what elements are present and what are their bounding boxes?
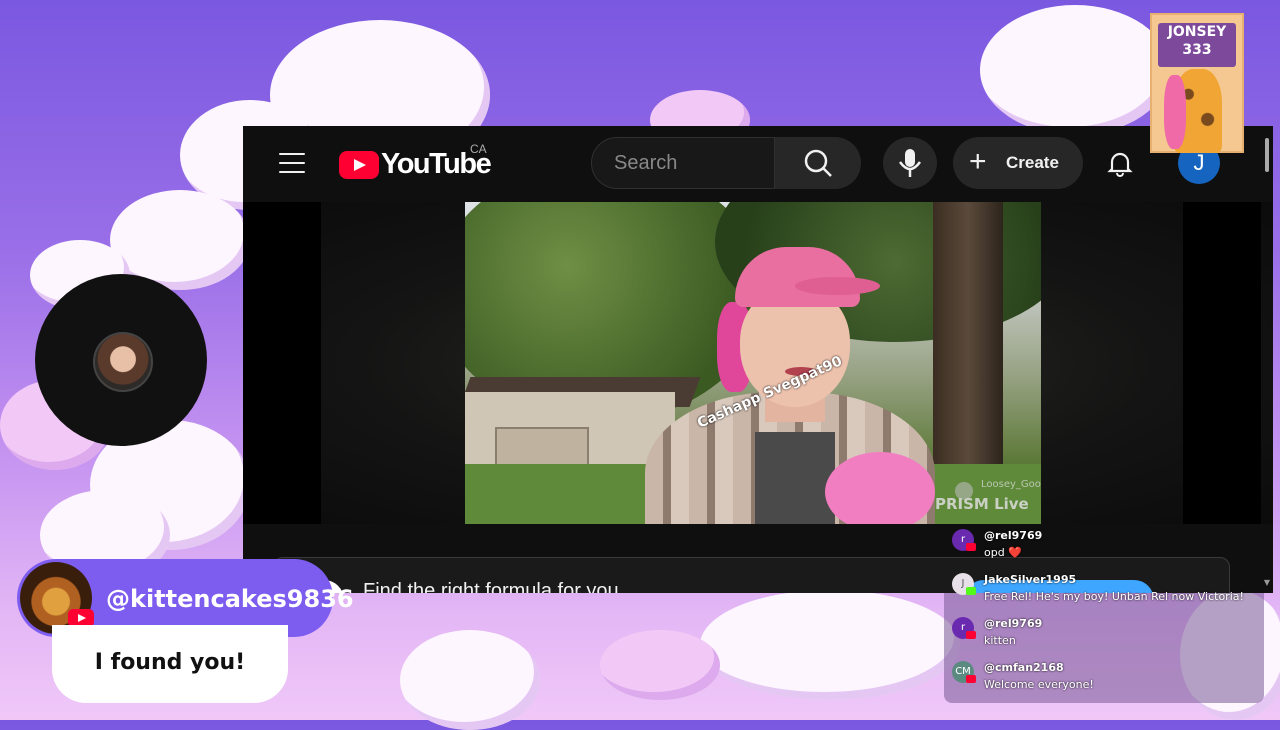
ad-text: Find the right formula for you [363,580,619,593]
chat-message: CM @cmfan2168 Welcome everyone! [952,653,1262,693]
chat-message: r @rel9769 kitten [952,609,1262,649]
country-code: CA [470,142,487,156]
scroll-down-arrow[interactable]: ▼ [1264,578,1270,587]
webcam-circle [35,274,207,446]
webcam-face [93,332,153,392]
notifications-bell-icon[interactable] [1105,148,1135,178]
chat-message: J JakeSilver1995 Free Rel! He's my boy! … [952,565,1262,605]
youtube-header: YouTube CA Search + Create J [243,126,1273,202]
youtube-play-icon [339,150,379,179]
voice-search-button[interactable] [883,137,937,189]
video-player[interactable]: Cashapp Svegpat90 Loosey_Goosey777 PRISM… [243,202,1273,524]
kick-badge-icon [966,587,976,595]
alert-message: I found you! [94,650,246,675]
cloud [600,630,720,700]
search-button[interactable] [775,137,861,189]
video-frame: Cashapp Svegpat90 Loosey_Goosey777 PRISM… [465,202,1041,524]
chat-username: @rel9769 [984,529,1043,542]
chat-text: kitten [984,634,1016,647]
logo-line2: 333 [1182,42,1212,58]
cloud [980,5,1170,135]
chat-text: Welcome everyone! [984,678,1094,691]
search-placeholder: Search [614,152,678,174]
letterbox-right [1183,202,1261,524]
alert-username: @kittencakes9836 [106,585,354,613]
scrollbar[interactable] [1265,138,1269,172]
logo-sign: JONSEY 333 [1158,23,1236,67]
channel-logo: JONSEY 333 [1150,13,1244,153]
youtube-badge-icon [966,631,976,639]
menu-icon[interactable] [279,153,305,173]
search-icon [804,149,832,177]
chat-overlay: r @rel9769 opd ❤️ J JakeSilver1995 Free … [944,521,1264,703]
giraffe-mane [1164,75,1186,149]
create-label: Create [1006,153,1059,172]
youtube-badge-icon [966,543,976,551]
create-button[interactable]: + Create [953,137,1083,189]
alert-message-box: I found you! [52,625,288,703]
youtube-badge-icon [966,675,976,683]
logo-line1: JONSEY [1167,24,1227,40]
cloud [700,590,960,700]
chat-text: Free Rel! He's my boy! Unban Rel now Vic… [984,590,1244,603]
chat-text: opd ❤️ [984,546,1022,559]
chat-message: r @rel9769 opd ❤️ [952,521,1262,561]
youtube-logo[interactable]: YouTube CA [339,142,492,181]
microphone-icon [898,149,922,177]
cloud [400,630,540,730]
streamer-cap-brim [795,277,880,295]
letterbox-left [243,202,321,524]
streamer-tee [755,432,835,524]
chat-username: JakeSilver1995 [984,573,1077,586]
prism-live-logo: PRISM Live [935,495,1029,513]
search-input[interactable]: Search [591,137,775,189]
plus-icon: + [969,145,987,178]
chat-username: @rel9769 [984,617,1043,630]
pink-object [825,452,935,524]
overlay-username: Loosey_Goosey777 [981,479,1041,490]
chat-username: @cmfan2168 [984,661,1064,674]
